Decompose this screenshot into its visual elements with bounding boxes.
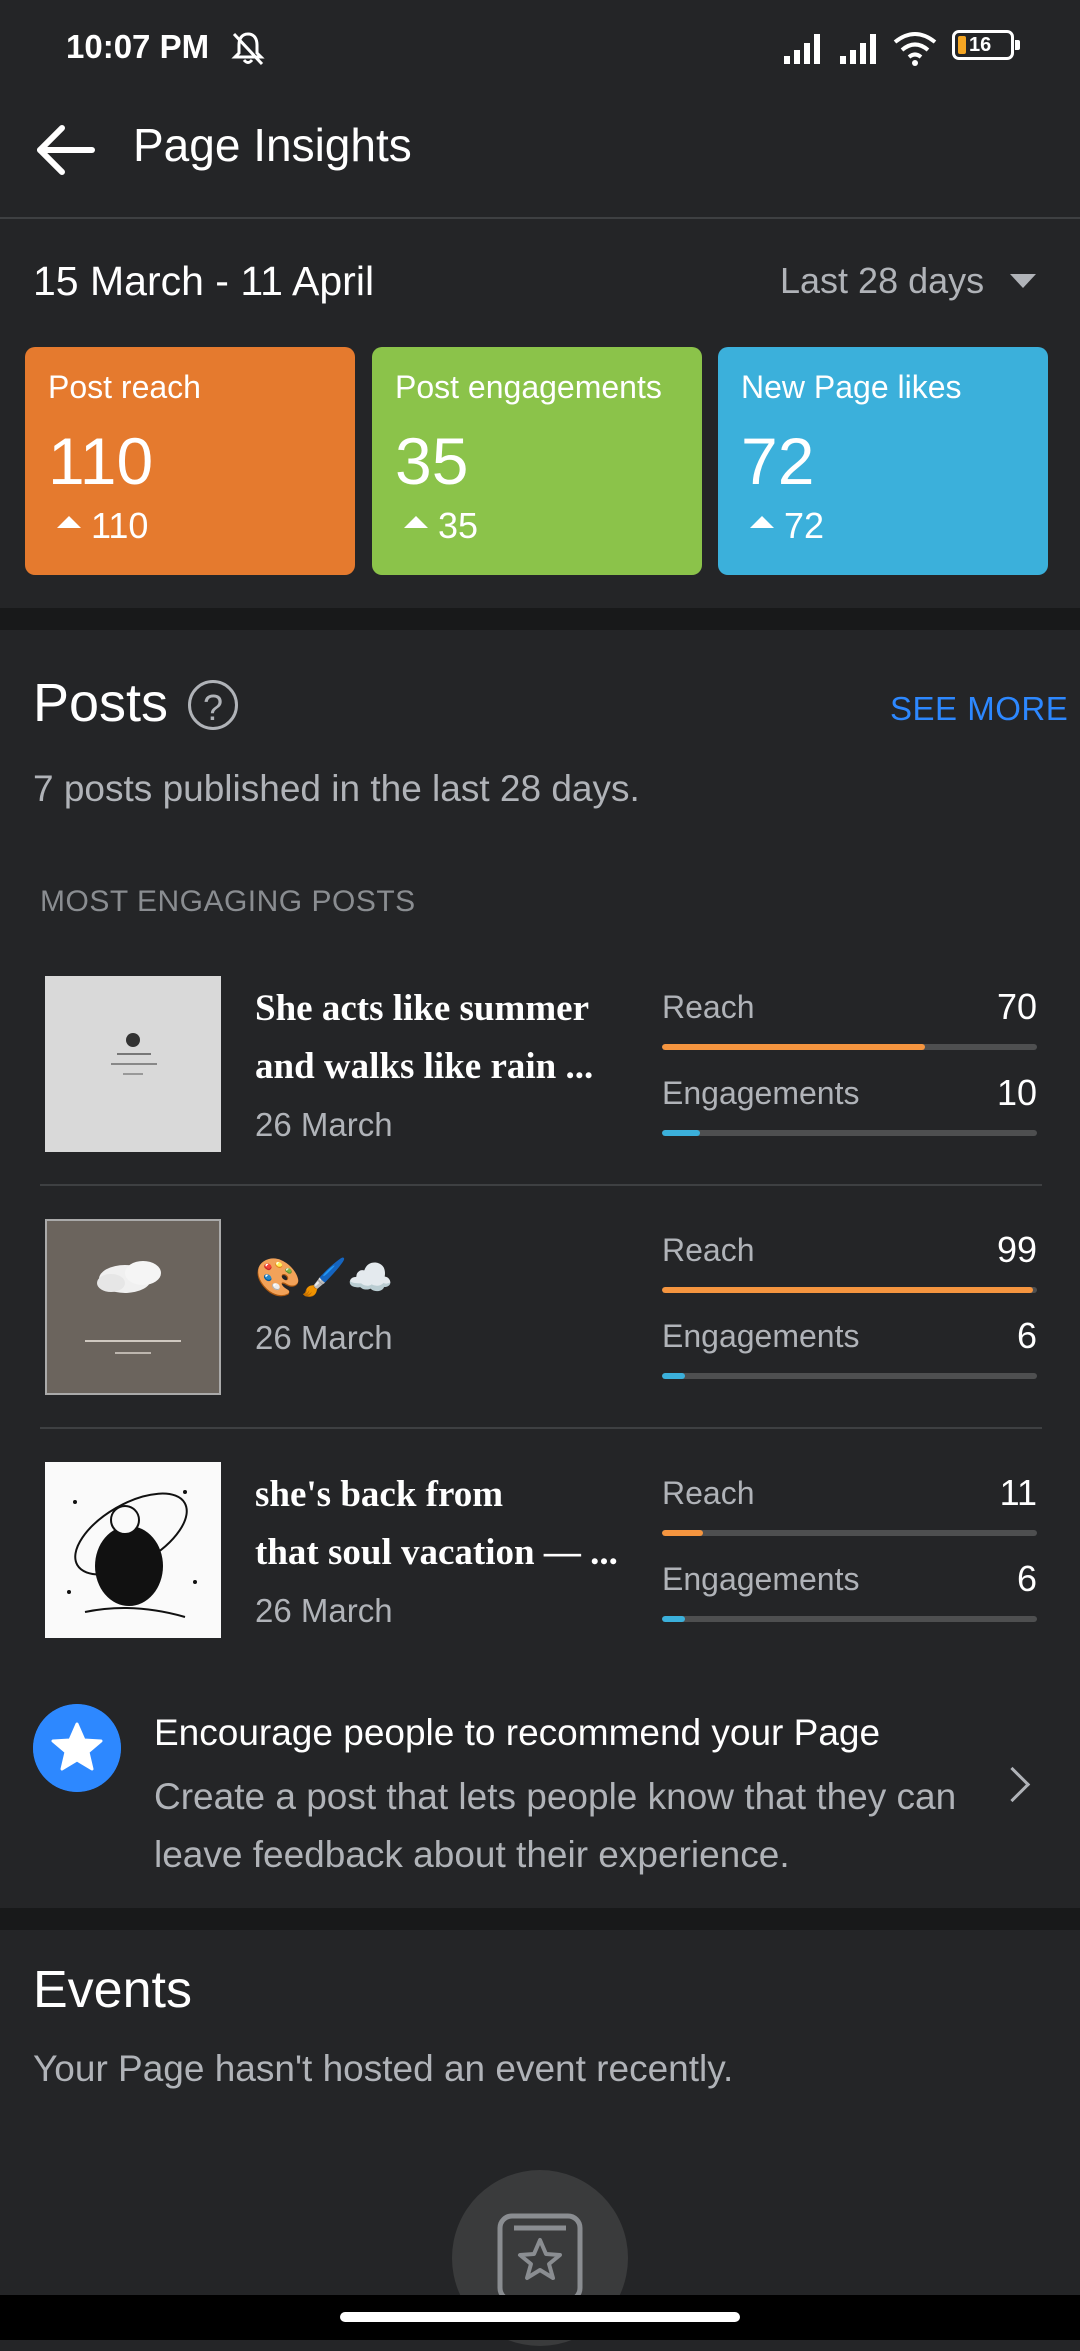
engagements-bar-fill [662,1373,685,1379]
wifi-icon [893,32,937,66]
reach-bar [662,1044,1037,1050]
reach-value: 99 [996,1229,1037,1270]
up-triangle-icon [404,516,428,528]
reach-label: Reach [662,989,755,1025]
star-icon [33,1704,121,1792]
post-date: 26 March [255,1592,393,1629]
posts-subtitle: 7 posts published in the last 28 days. [33,768,640,809]
post-row[interactable]: she's back from that soul vacation — ... … [0,1462,1080,1705]
engagements-label: Engagements [662,1561,860,1597]
stat-card-new-page-likes[interactable]: New Page likes 72 72 [718,347,1048,575]
stat-card-post-engagements[interactable]: Post engagements 35 35 [372,347,702,575]
events-subtitle: Your Page hasn't hosted an event recentl… [33,2048,734,2089]
post-text: She acts like summer and walks like rain … [255,988,594,1087]
engagements-bar [662,1616,1037,1622]
stat-value: 72 [741,424,815,498]
post-thumbnail[interactable] [45,1219,221,1395]
encourage-title: Encourage people to recommend your Page [154,1712,881,1753]
stat-label: Post reach [48,369,201,405]
stat-label: New Page likes [741,369,962,405]
stat-delta: 72 [750,505,824,547]
row-divider [40,1427,1042,1429]
post-row[interactable]: 🎨🖌️☁️ 26 March Reach 99 Engagements 6 [0,1219,1080,1462]
reach-bar-fill [662,1530,704,1536]
post-date: 26 March [255,1319,393,1356]
events-heading: Events [33,1961,192,2019]
bell-off-icon [231,32,265,66]
date-range: 15 March - 11 April [33,258,375,304]
stat-value: 110 [48,424,154,498]
signal-icon-2 [840,34,876,64]
reach-bar-fill [662,1044,925,1050]
engagements-bar [662,1130,1037,1136]
status-bar: 10:07 PM 16 [0,0,1080,96]
engagements-value: 10 [996,1072,1037,1113]
divider [0,217,1080,219]
up-triangle-icon [57,516,81,528]
engagements-value: 6 [1016,1315,1037,1356]
page-title: Page Insights [133,119,412,171]
most-engaging-label: MOST ENGAGING POSTS [40,885,416,918]
engagements-value: 6 [1016,1558,1037,1599]
posts-heading: Posts [33,673,169,733]
reach-bar [662,1530,1037,1536]
engagements-label: Engagements [662,1318,860,1354]
reach-value: 70 [996,986,1037,1027]
back-arrow-icon[interactable] [34,120,98,184]
stat-card-post-reach[interactable]: Post reach 110 110 [25,347,355,575]
engagements-bar [662,1373,1037,1379]
reach-label: Reach [662,1475,755,1511]
post-text: 🎨🖌️☁️ [255,1256,394,1299]
post-text: she's back from that soul vacation — ... [255,1474,618,1573]
post-row[interactable]: She acts like summer and walks like rain … [0,976,1080,1219]
battery-level: 16 [969,34,992,56]
post-thumbnail[interactable] [45,1462,221,1638]
engagements-label: Engagements [662,1075,860,1111]
stat-delta: 110 [57,505,148,547]
reach-label: Reach [662,1232,755,1268]
signal-icon [784,34,820,64]
post-thumbnail[interactable] [45,976,221,1152]
engagements-bar-fill [662,1616,685,1622]
status-time: 10:07 PM [66,28,210,65]
battery-icon: 16 [952,30,1020,60]
stat-delta: 35 [404,505,478,547]
reach-bar-fill [662,1287,1034,1293]
period-dropdown[interactable]: Last 28 days [780,260,984,302]
engagements-bar-fill [662,1130,700,1136]
stat-label: Post engagements [395,369,662,405]
see-more-link[interactable]: SEE MORE [890,690,1068,728]
reach-bar [662,1287,1037,1293]
section-separator [0,1908,1080,1930]
section-separator [0,608,1080,630]
encourage-body: Create a post that lets people know that… [154,1776,957,1875]
help-icon[interactable]: ? [188,680,238,730]
caret-down-icon[interactable] [1010,274,1036,288]
home-indicator[interactable] [340,2312,740,2322]
up-triangle-icon [750,516,774,528]
stat-value: 35 [395,424,469,498]
reach-value: 11 [999,1472,1037,1513]
post-date: 26 March [255,1106,393,1143]
row-divider [40,1184,1042,1186]
